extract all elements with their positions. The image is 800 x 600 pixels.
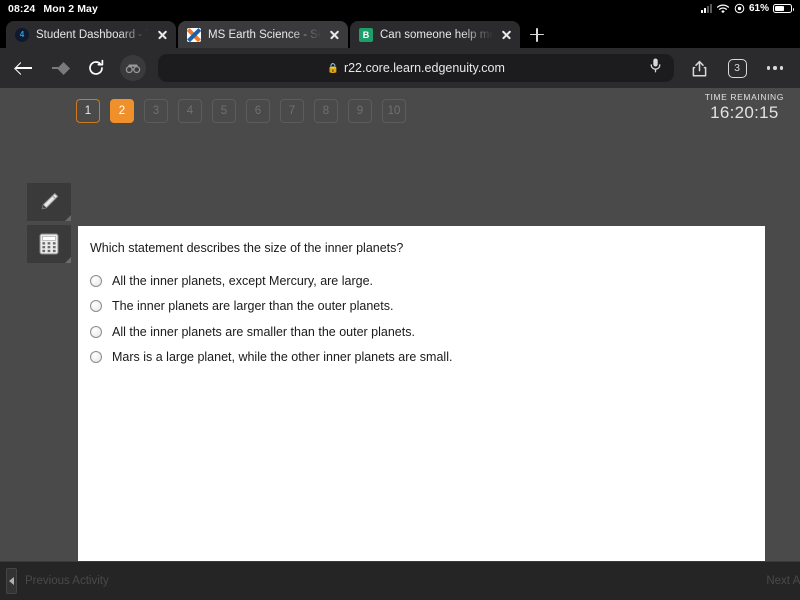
- status-bar-left: 08:24 Mon 2 May: [8, 3, 98, 15]
- question-tab-2[interactable]: 2: [110, 98, 134, 123]
- answer-choice-list: All the inner planets, except Mercury, a…: [90, 274, 747, 367]
- reader-view-button[interactable]: [120, 55, 146, 81]
- radio-button[interactable]: [90, 274, 102, 287]
- tab-count: 3: [727, 58, 747, 78]
- answer-choice-label: The inner planets are larger than the ou…: [112, 299, 394, 314]
- answer-choice-label: All the inner planets, except Mercury, a…: [112, 273, 374, 288]
- tab-title: MS Earth Science - SC32: [208, 28, 321, 41]
- close-icon[interactable]: [328, 28, 341, 41]
- microphone-icon[interactable]: [649, 58, 662, 79]
- question-nav-bar: 1 2 3 4 5 6 7 8 9 10 TIME REMAINING 16:2…: [0, 88, 800, 133]
- browser-toolbar: 🔒 r22.core.learn.edgenuity.com 3: [0, 48, 800, 88]
- question-text: Which statement describes the size of th…: [90, 241, 404, 255]
- radio-button[interactable]: [90, 300, 102, 313]
- back-button[interactable]: [12, 56, 36, 80]
- more-options-button[interactable]: [762, 55, 788, 81]
- status-date: Mon 2 May: [43, 2, 98, 15]
- share-button[interactable]: [686, 55, 712, 81]
- next-activity-button[interactable]: Next Ac: [766, 575, 800, 587]
- question-tab-1[interactable]: 1: [76, 98, 100, 123]
- edgenuity-page: 1 2 3 4 5 6 7 8 9 10 TIME REMAINING 16:2…: [0, 88, 800, 561]
- question-body: Which statement describes the size of th…: [78, 226, 765, 561]
- browser-tab-ms-earth-science[interactable]: MS Earth Science - SC32: [178, 21, 348, 48]
- ios-status-bar: 08:24 Mon 2 May 61%: [0, 0, 800, 17]
- new-tab-button[interactable]: [522, 21, 552, 48]
- previous-activity-button[interactable]: Previous Activity: [25, 575, 109, 587]
- answer-choice-d[interactable]: Mars is a large planet, while the other …: [90, 350, 747, 366]
- cellular-signal-icon: [700, 4, 712, 13]
- time-remaining-label: TIME REMAINING: [704, 92, 784, 102]
- radio-button[interactable]: [90, 351, 102, 364]
- location-icon: [734, 3, 745, 14]
- answer-choice-label: All the inner planets are smaller than t…: [112, 324, 415, 339]
- answer-choice-b[interactable]: The inner planets are larger than the ou…: [90, 299, 747, 315]
- close-icon[interactable]: [156, 28, 169, 41]
- question-tab-5[interactable]: 5: [212, 98, 236, 123]
- highlighter-tool[interactable]: [27, 183, 71, 221]
- question-tab-4[interactable]: 4: [178, 98, 202, 123]
- reload-button[interactable]: [84, 56, 108, 80]
- question-tab-6[interactable]: 6: [246, 98, 270, 123]
- lock-icon: 🔒: [327, 62, 339, 74]
- edgenuity-x-icon: [187, 27, 201, 42]
- calculator-icon: [39, 233, 59, 255]
- brainly-b-icon: B: [359, 27, 373, 42]
- question-tab-3[interactable]: 3: [144, 98, 168, 123]
- question-number-list: 1 2 3 4 5 6 7 8 9 10: [76, 98, 406, 123]
- browser-tab-student-dashboard[interactable]: 4 Student Dashboard - Tim: [6, 21, 176, 48]
- browser-tab-strip: 4 Student Dashboard - Tim MS Earth Scien…: [0, 17, 800, 48]
- answer-choice-label: Mars is a large planet, while the other …: [112, 350, 453, 365]
- time-remaining-value: 16:20:15: [710, 103, 779, 122]
- activity-nav-bar: Previous Activity Next Ac: [0, 561, 800, 600]
- glasses-icon: [125, 64, 141, 74]
- dashboard-4-icon: 4: [15, 27, 29, 42]
- question-card: Which statement describes the size of th…: [78, 226, 765, 561]
- time-remaining: TIME REMAINING 16:20:15: [705, 92, 784, 123]
- url-text: r22.core.learn.edgenuity.com: [343, 61, 505, 75]
- wifi-icon: [716, 4, 730, 13]
- calculator-tool[interactable]: [27, 225, 71, 263]
- share-icon: [692, 60, 706, 77]
- address-bar[interactable]: 🔒 r22.core.learn.edgenuity.com: [158, 54, 674, 82]
- status-time: 08:24: [8, 2, 36, 15]
- url-text-wrap: 🔒 r22.core.learn.edgenuity.com: [327, 61, 505, 75]
- tab-overview-button[interactable]: 3: [724, 55, 750, 81]
- ellipsis-icon: [766, 66, 784, 70]
- forward-button[interactable]: [48, 56, 72, 80]
- answer-choice-a[interactable]: All the inner planets, except Mercury, a…: [90, 274, 747, 290]
- question-tab-9[interactable]: 9: [348, 98, 372, 123]
- pencil-icon: [41, 193, 59, 210]
- answer-choice-c[interactable]: All the inner planets are smaller than t…: [90, 325, 747, 341]
- question-tab-8[interactable]: 8: [314, 98, 338, 123]
- battery-percent: 61%: [748, 3, 769, 14]
- tab-title: Student Dashboard - Tim: [36, 28, 149, 41]
- question-tab-10[interactable]: 10: [382, 98, 406, 123]
- browser-tab-brainly-question[interactable]: B Can someone help me pl: [350, 21, 520, 48]
- battery-icon: [773, 3, 794, 14]
- collapse-handle[interactable]: [6, 568, 17, 594]
- status-bar-right: 61%: [700, 3, 794, 14]
- tool-palette: [27, 183, 71, 263]
- radio-button[interactable]: [90, 325, 102, 338]
- tab-title: Can someone help me pl: [380, 28, 493, 41]
- question-tab-7[interactable]: 7: [280, 98, 304, 123]
- close-icon[interactable]: [500, 28, 513, 41]
